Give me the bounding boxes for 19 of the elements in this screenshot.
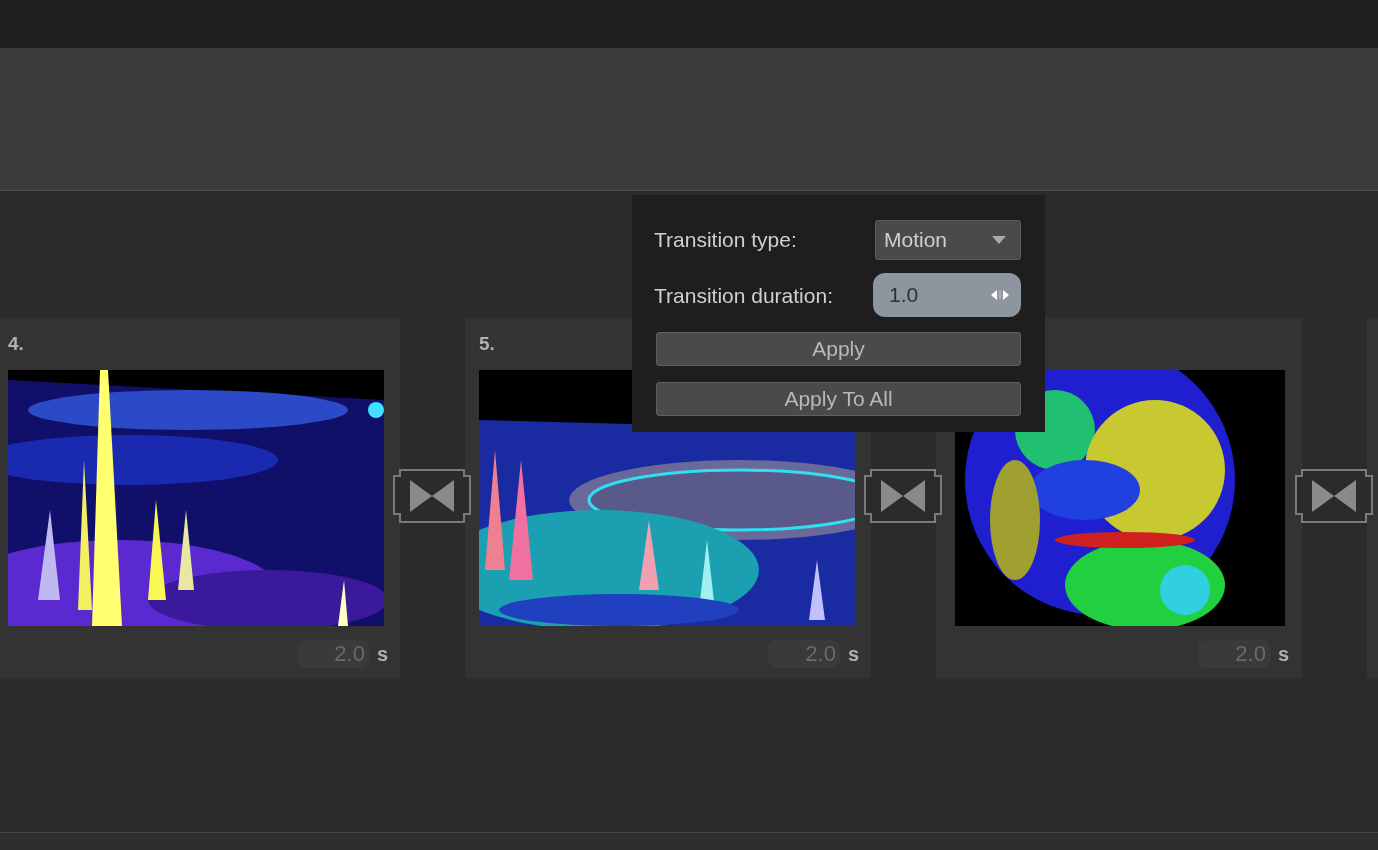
transition-button[interactable] bbox=[1294, 468, 1374, 524]
bowtie-icon bbox=[863, 468, 943, 524]
bowtie-icon bbox=[392, 468, 472, 524]
apply-button[interactable]: Apply To All bbox=[656, 382, 1021, 416]
unit-label: s bbox=[847, 642, 859, 666]
transition-button[interactable] bbox=[392, 468, 472, 524]
transition-button[interactable] bbox=[863, 468, 943, 524]
duration-spinbox[interactable]: 1.0 bbox=[873, 273, 1021, 317]
field-label: Transition type: bbox=[654, 228, 797, 252]
stepper-arrows-icon bbox=[991, 288, 1009, 302]
caret-icon bbox=[992, 236, 1006, 244]
apply-button[interactable]: Apply bbox=[656, 332, 1021, 366]
transition-type-dropdown[interactable]: Motion bbox=[875, 220, 1021, 260]
unit-label: s bbox=[1277, 642, 1289, 666]
unit-label: s bbox=[376, 642, 388, 666]
slide-number: 5. bbox=[479, 333, 495, 355]
bowtie-icon bbox=[1294, 468, 1374, 524]
slide-number: 4. bbox=[8, 333, 24, 355]
field-label: Transition duration: bbox=[654, 284, 833, 308]
